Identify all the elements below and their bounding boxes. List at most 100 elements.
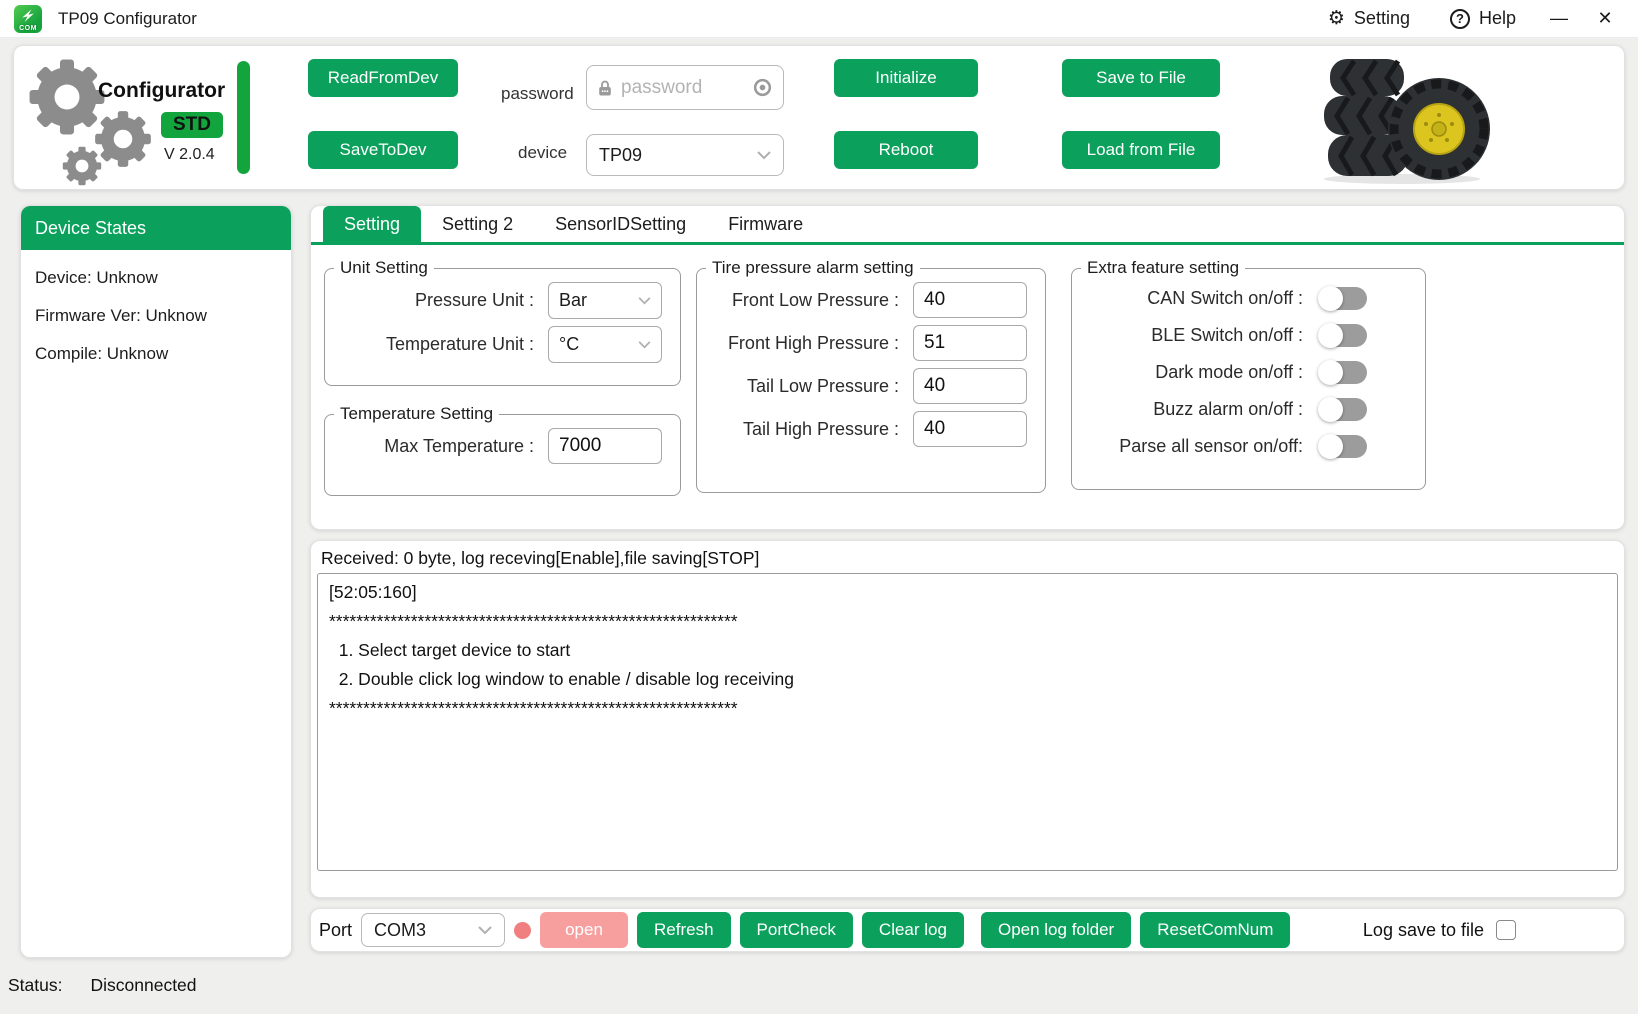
log-line: 2. Double click log window to enable / d…: [329, 665, 1606, 694]
initialize-button[interactable]: Initialize: [834, 59, 978, 97]
brand-divider: [237, 61, 250, 174]
dark-mode-toggle[interactable]: [1319, 361, 1367, 384]
temperature-unit-label: Temperature Unit :: [386, 334, 534, 355]
log-line: [52:05:160]: [329, 578, 1606, 607]
dark-mode-label: Dark mode on/off :: [1155, 362, 1303, 383]
port-label: Port: [319, 920, 352, 941]
save-to-dev-button[interactable]: SaveToDev: [308, 131, 458, 169]
tab-sensor-id-setting[interactable]: SensorIDSetting: [534, 206, 707, 242]
log-save-group: Log save to file: [1363, 920, 1516, 941]
tire-pressure-title: Tire pressure alarm setting: [706, 258, 920, 278]
open-log-folder-button[interactable]: Open log folder: [981, 912, 1131, 948]
brand-name: Configurator: [98, 79, 225, 103]
reset-com-num-button[interactable]: ResetComNum: [1140, 912, 1290, 948]
lock-icon: [597, 79, 613, 97]
max-temperature-input[interactable]: [548, 428, 662, 464]
reboot-button[interactable]: Reboot: [834, 131, 978, 169]
device-states-panel: Device States Device: Unknow Firmware Ve…: [20, 205, 292, 958]
buzz-alarm-label: Buzz alarm on/off :: [1153, 399, 1303, 420]
minimize-button[interactable]: —: [1536, 0, 1582, 38]
device-select[interactable]: TP09: [586, 134, 784, 176]
refresh-button[interactable]: Refresh: [637, 912, 731, 948]
password-field-wrap: [586, 65, 784, 110]
log-line: ****************************************…: [329, 694, 1606, 723]
temperature-unit-select[interactable]: °C: [548, 326, 662, 363]
chevron-down-icon: [757, 151, 771, 160]
pressure-unit-select[interactable]: Bar: [548, 282, 662, 319]
device-state-item: Firmware Ver: Unknow: [21, 306, 291, 326]
unit-setting-title: Unit Setting: [334, 258, 434, 278]
load-from-file-button[interactable]: Load from File: [1062, 131, 1220, 169]
unit-setting-group: Unit Setting Pressure Unit : Bar Tempera…: [324, 258, 681, 386]
log-line: 1. Select target device to start: [329, 636, 1606, 665]
extra-feature-title: Extra feature setting: [1081, 258, 1245, 278]
front-low-pressure-label: Front Low Pressure :: [732, 290, 899, 311]
titlebar-help-button[interactable]: ? Help: [1430, 0, 1536, 38]
ble-switch-toggle[interactable]: [1319, 324, 1367, 347]
tab-firmware[interactable]: Firmware: [707, 206, 824, 242]
gears-logo-icon: [22, 50, 182, 190]
brand-version: V 2.0.4: [164, 146, 215, 164]
gear-icon: ⚙: [1328, 9, 1345, 28]
eye-icon[interactable]: [752, 77, 773, 98]
device-state-item: Device: Unknow: [21, 268, 291, 288]
log-save-label: Log save to file: [1363, 920, 1484, 941]
clear-log-button[interactable]: Clear log: [862, 912, 964, 948]
device-states-title: Device States: [21, 206, 291, 250]
port-select-value: COM3: [374, 920, 426, 941]
can-switch-toggle[interactable]: [1319, 287, 1367, 310]
password-label: password: [501, 84, 574, 104]
tail-high-pressure-input[interactable]: [913, 411, 1027, 447]
front-low-pressure-input[interactable]: [913, 282, 1027, 318]
read-from-dev-button[interactable]: ReadFromDev: [308, 59, 458, 97]
tab-setting[interactable]: Setting: [323, 206, 421, 242]
temperature-setting-title: Temperature Setting: [334, 404, 499, 424]
chevron-down-icon: [638, 341, 651, 349]
tab-bar: Setting Setting 2 SensorIDSetting Firmwa…: [311, 206, 1624, 242]
save-to-file-button[interactable]: Save to File: [1062, 59, 1220, 97]
port-bar: Port COM3 open Refresh PortCheck Clear l…: [310, 908, 1625, 952]
tab-setting-2[interactable]: Setting 2: [421, 206, 534, 242]
app-window: COM TP09 Configurator ⚙ Setting ? Help —…: [0, 0, 1638, 1014]
extra-feature-group: Extra feature setting CAN Switch on/off …: [1071, 258, 1426, 490]
app-logo-icon: COM: [14, 5, 42, 33]
status-bar: Status: Disconnected: [8, 975, 197, 996]
tail-low-pressure-label: Tail Low Pressure :: [747, 376, 899, 397]
brand-badge: STD: [161, 112, 223, 138]
ble-switch-label: BLE Switch on/off :: [1151, 325, 1303, 346]
parse-all-sensor-toggle[interactable]: [1319, 435, 1367, 458]
port-select[interactable]: COM3: [361, 913, 505, 947]
log-save-checkbox[interactable]: [1496, 920, 1516, 940]
help-icon: ?: [1450, 9, 1470, 29]
front-high-pressure-label: Front High Pressure :: [728, 333, 899, 354]
settings-panel: Setting Setting 2 SensorIDSetting Firmwa…: [310, 205, 1625, 530]
port-check-button[interactable]: PortCheck: [740, 912, 853, 948]
device-label: device: [518, 143, 567, 163]
log-line: ****************************************…: [329, 607, 1606, 636]
close-button[interactable]: ✕: [1582, 0, 1628, 38]
help-menu-label: Help: [1479, 8, 1516, 29]
port-status-dot: [514, 922, 531, 939]
can-switch-label: CAN Switch on/off :: [1147, 288, 1303, 309]
temperature-unit-value: °C: [559, 334, 579, 355]
device-state-item: Compile: Unknow: [21, 344, 291, 364]
titlebar-setting-button[interactable]: ⚙ Setting: [1308, 0, 1430, 38]
open-port-button[interactable]: open: [540, 912, 628, 948]
pressure-unit-value: Bar: [559, 290, 587, 311]
pressure-unit-label: Pressure Unit :: [415, 290, 534, 311]
temperature-setting-group: Temperature Setting Max Temperature :: [324, 404, 681, 496]
max-temperature-label: Max Temperature :: [384, 436, 534, 457]
status-value: Disconnected: [90, 975, 196, 996]
front-high-pressure-input[interactable]: [913, 325, 1027, 361]
device-select-value: TP09: [599, 145, 642, 166]
window-title: TP09 Configurator: [58, 9, 197, 29]
tail-low-pressure-input[interactable]: [913, 368, 1027, 404]
parse-all-sensor-label: Parse all sensor on/off:: [1119, 436, 1303, 457]
log-status-header: Received: 0 byte, log receving[Enable],f…: [311, 541, 1624, 569]
app-icon-com-label: COM: [14, 25, 42, 32]
log-window[interactable]: [52:05:160] ****************************…: [317, 573, 1618, 871]
tire-pressure-group: Tire pressure alarm setting Front Low Pr…: [696, 258, 1046, 493]
password-input[interactable]: [621, 77, 744, 99]
buzz-alarm-toggle[interactable]: [1319, 398, 1367, 421]
title-bar: COM TP09 Configurator ⚙ Setting ? Help —…: [0, 0, 1638, 38]
